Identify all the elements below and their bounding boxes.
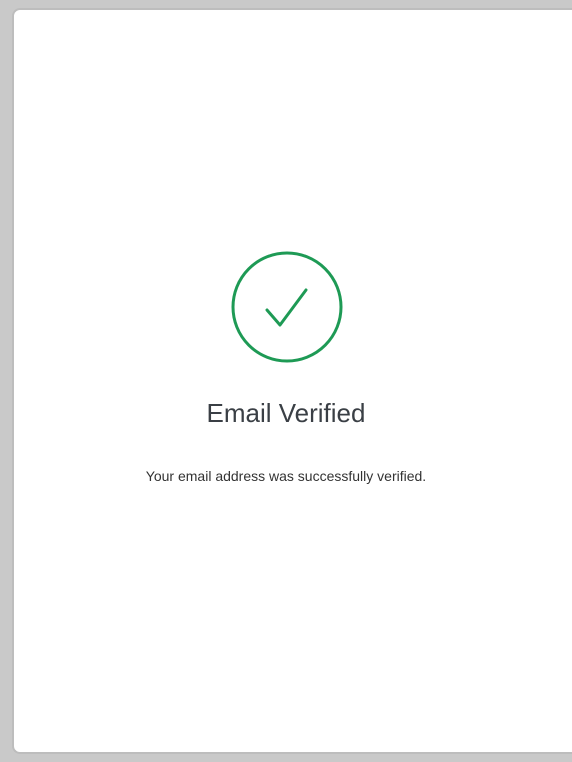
verification-content: Email Verified Your email address was su… — [0, 0, 572, 762]
page-title: Email Verified — [206, 398, 366, 428]
check-circle-icon — [230, 250, 344, 364]
success-message: Your email address was successfully veri… — [145, 468, 427, 484]
